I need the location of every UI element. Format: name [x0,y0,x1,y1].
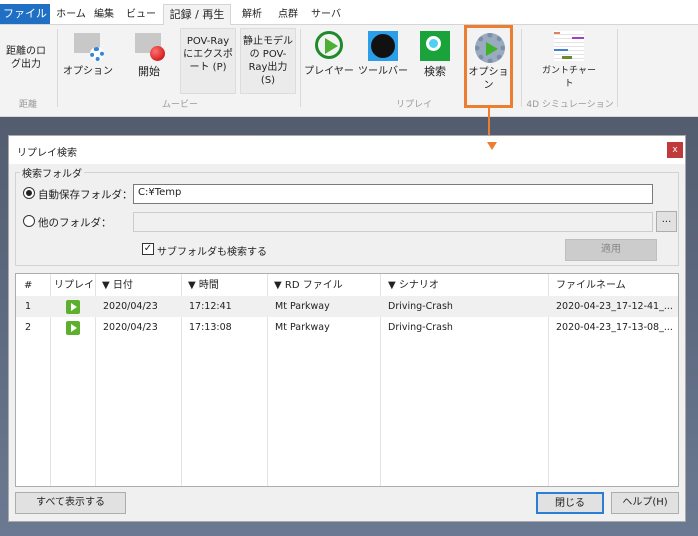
ribbon: 距離のログ出力 オプション 開始 POV-Ray にエクスポート (P) 静止モ… [0,25,698,117]
replay-table: # リプレイ ▼ 日付 ▼ 時間 ▼ RD ファイル ▼ シナリオ ファイルネー… [15,273,679,487]
group-label-replay: リプレイ [395,100,432,110]
show-all-button[interactable]: すべて表示する [15,492,126,514]
player-button[interactable]: プレイヤー [304,29,354,85]
group-label-4d-simulation: 4D シミュレーション [526,100,614,110]
replay-gear-icon [475,33,505,63]
other-folder-radio[interactable] [23,215,35,227]
auto-folder-label: 自動保存フォルダ： [38,189,133,201]
replay-option-label: オプション [468,67,509,91]
toolbar-button[interactable]: ツールバー [358,29,408,85]
close-button[interactable]: 閉じる [536,492,604,514]
replay-search-dialog: リプレイ検索 x 検索フォルダ 自動保存フォルダ： C:¥Temp 他のフォルダ… [8,135,686,522]
row-filename: 2020-04-23_17-13-08_... [556,322,673,333]
gantt-chart-icon [554,31,584,61]
help-button[interactable]: ヘルプ(H) [611,492,679,514]
player-icon [315,31,343,59]
callout-arrow-head [487,142,497,150]
group-title: 検索フォルダ [20,165,84,180]
close-icon[interactable]: x [667,142,683,158]
other-folder-input[interactable] [133,212,653,232]
subfolder-checkbox[interactable]: ✓ [142,243,154,255]
column-header-replay[interactable]: リプレイ [54,275,94,296]
replay-option-button[interactable]: オプション [464,25,513,108]
row-date: 2020/04/23 [103,322,158,333]
browse-button[interactable]: ... [656,211,677,232]
movie-gear-icon [74,33,104,61]
row-date: 2020/04/23 [103,301,158,312]
other-folder-label: 他のフォルダ： [38,217,112,229]
auto-folder-input[interactable]: C:¥Temp [133,184,653,204]
search-icon [420,31,450,61]
divider [300,29,301,107]
tab-edit[interactable]: 編集 [88,5,120,25]
tab-file[interactable]: ファイル [0,4,50,24]
start-label: 開始 [138,65,160,78]
play-replay-icon[interactable] [66,296,80,317]
auto-folder-radio[interactable] [23,187,35,199]
play-replay-icon[interactable] [66,317,80,338]
gantt-chart-label: ガントチャート [542,66,596,89]
record-icon [135,33,165,61]
row-rd-file: Mt Parkway [275,301,330,312]
start-button[interactable]: 開始 [124,29,174,85]
movie-option-label: オプション [63,66,113,77]
apply-button[interactable]: 適用 [565,239,657,261]
distance-log-button[interactable]: 距離のログ出力 [2,45,50,71]
group-label-distance: 距離 [18,100,37,110]
column-header-number[interactable]: # [24,275,32,296]
search-folder-group: 検索フォルダ 自動保存フォルダ： C:¥Temp 他のフォルダ： ... ✓ サ… [15,165,679,266]
column-header-rd-file[interactable]: ▼ RD ファイル [274,275,343,296]
column-header-scenario[interactable]: ▼ シナリオ [388,275,439,296]
dialog-titlebar: リプレイ検索 x [9,136,685,164]
toolbar-icon [368,31,398,61]
static-pov-button[interactable]: 静止モデルの POV-Ray出力 (S) [240,28,296,94]
gantt-chart-button[interactable]: ガントチャート [538,29,600,89]
table-row[interactable]: 1 2020/04/23 17:12:41 Mt Parkway Driving… [16,296,678,317]
divider [521,29,522,107]
column-header-time[interactable]: ▼ 時間 [188,275,219,296]
subfolder-label: サブフォルダも検索する [157,247,267,258]
group-label-movie: ムービー [161,100,198,110]
row-number: 1 [25,301,32,312]
row-number: 2 [25,322,32,333]
table-row[interactable]: 2 2020/04/23 17:13:08 Mt Parkway Driving… [16,317,678,338]
row-rd-file: Mt Parkway [275,322,330,333]
tab-view[interactable]: ビュー [124,5,158,25]
tab-server[interactable]: サーバ [308,5,344,25]
table-header: # リプレイ ▼ 日付 ▼ 時間 ▼ RD ファイル ▼ シナリオ ファイルネー… [16,275,678,296]
search-label: 検索 [424,65,446,78]
tab-pointcloud[interactable]: 点群 [272,5,304,25]
column-header-filename[interactable]: ファイルネーム [556,275,626,296]
dialog-title: リプレイ検索 [17,148,77,159]
row-scenario: Driving-Crash [388,301,453,312]
pov-export-button[interactable]: POV-Ray にエクスポート (P) [180,28,236,94]
row-time: 17:13:08 [189,322,232,333]
divider [617,29,618,107]
tab-analysis[interactable]: 解析 [236,5,268,25]
toolbar-label: ツールバー [358,66,408,77]
tab-record-play[interactable]: 記録 / 再生 [163,4,231,25]
divider [57,29,58,107]
tab-home[interactable]: ホーム [56,5,86,25]
row-filename: 2020-04-23_17-12-41_... [556,301,673,312]
search-button[interactable]: 検索 [412,29,458,85]
player-label: プレイヤー [304,66,354,77]
ribbon-tab-bar: ファイル ホーム 編集 ビュー 記録 / 再生 解析 点群 サーバ [0,0,698,25]
row-scenario: Driving-Crash [388,322,453,333]
movie-option-button[interactable]: オプション [62,29,114,85]
column-header-date[interactable]: ▼ 日付 [102,275,133,296]
row-time: 17:12:41 [189,301,232,312]
